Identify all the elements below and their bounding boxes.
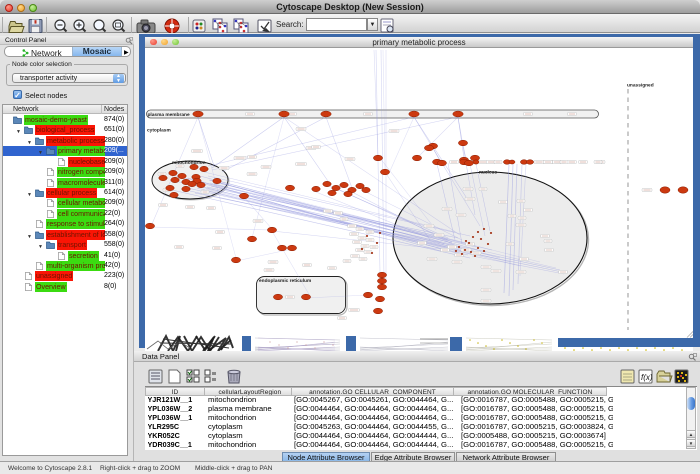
svg-text:mitochondrion: mitochondrion: [172, 160, 206, 166]
svg-text:unassigned: unassigned: [627, 83, 654, 89]
svg-text:endoplasmic reticulum: endoplasmic reticulum: [259, 278, 311, 284]
svg-text:f(x): f(x): [641, 373, 653, 382]
svg-text:cytoplasm: cytoplasm: [147, 128, 171, 134]
svg-text:nucleus: nucleus: [479, 170, 497, 176]
svg-text:plasma membrane: plasma membrane: [148, 112, 190, 118]
